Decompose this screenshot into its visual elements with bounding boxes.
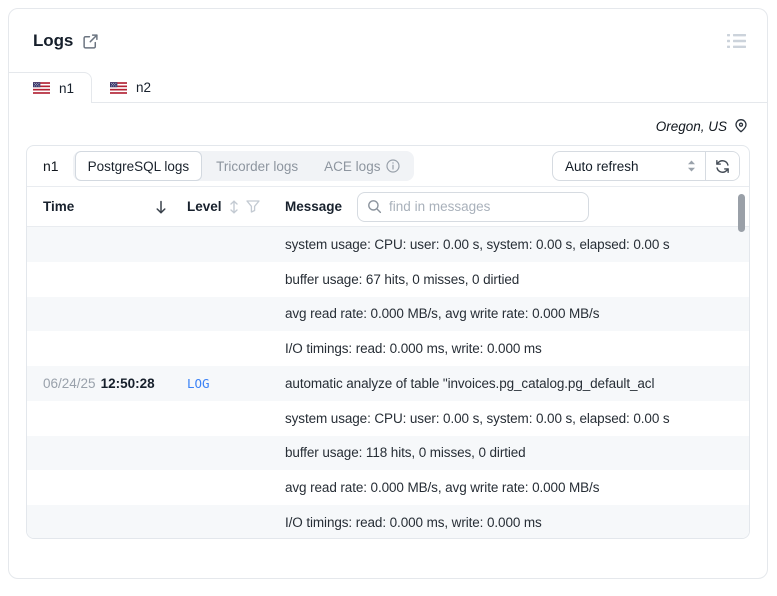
source-button-tricorder-logs[interactable]: Tricorder logs (204, 153, 310, 179)
sort-desc-icon[interactable] (155, 200, 167, 214)
info-icon (386, 159, 401, 173)
refresh-icon (715, 159, 730, 174)
tab-n1[interactable]: n1 (9, 72, 93, 103)
source-button-ace-logs[interactable]: ACE logs (312, 153, 412, 179)
source-button-postgresql-logs[interactable]: PostgreSQL logs (74, 151, 203, 181)
log-time: 12:50:28 (100, 375, 155, 391)
external-link-icon[interactable] (82, 33, 99, 50)
log-table-body: system usage: CPU: user: 0.00 s, system:… (27, 227, 749, 538)
log-level-badge: LOG (187, 375, 210, 391)
us-flag-icon (33, 82, 50, 94)
log-table-row[interactable]: 06/24/25 12:50:28 LOG automatic analyze … (27, 366, 749, 401)
source-label: ACE logs (324, 158, 381, 174)
logs-card: Logs n1 n2 Oregon, US n1 PostgreSQL logs… (8, 8, 768, 579)
log-message: buffer usage: 118 hits, 0 misses, 0 dirt… (285, 445, 526, 461)
refresh-button[interactable] (705, 152, 739, 180)
log-table-row[interactable]: avg read rate: 0.000 MB/s, avg write rat… (27, 296, 749, 332)
refresh-controls: Auto refresh (552, 151, 740, 181)
log-table-header: Time Level Message find in messages (27, 187, 749, 227)
node-tabbar: n1 n2 (9, 72, 767, 103)
log-table-row[interactable]: I/O timings: read: 0.000 ms, write: 0.00… (27, 505, 749, 538)
log-source-segmented-control: PostgreSQL logs Tricorder logs ACE logs (72, 151, 415, 181)
log-message: system usage: CPU: user: 0.00 s, system:… (285, 236, 670, 252)
log-message: buffer usage: 67 hits, 0 misses, 0 dirti… (285, 271, 520, 287)
log-message: avg read rate: 0.000 MB/s, avg write rat… (285, 480, 600, 496)
log-table-row[interactable]: system usage: CPU: user: 0.00 s, system:… (27, 400, 749, 436)
location-pin-icon (733, 118, 749, 134)
log-message: system usage: CPU: user: 0.00 s, system:… (285, 410, 670, 426)
logs-panel: n1 PostgreSQL logs Tricorder logs ACE lo… (26, 145, 750, 539)
vertical-scrollbar-thumb[interactable] (738, 194, 745, 232)
log-table-row[interactable]: buffer usage: 118 hits, 0 misses, 0 dirt… (27, 435, 749, 471)
logs-toolbar: n1 PostgreSQL logs Tricorder logs ACE lo… (27, 146, 749, 187)
sort-both-icon[interactable] (229, 200, 239, 214)
log-table-row[interactable]: avg read rate: 0.000 MB/s, avg write rat… (27, 470, 749, 506)
tab-label: n1 (59, 80, 75, 96)
log-message: automatic analyze of table "invoices.pg_… (285, 375, 655, 391)
column-header-message: Message (285, 199, 343, 214)
find-in-messages-input[interactable] (357, 191, 590, 222)
log-table-row[interactable]: I/O timings: read: 0.000 ms, write: 0.00… (27, 331, 749, 367)
card-header: Logs (9, 9, 767, 51)
list-menu-icon[interactable] (727, 33, 747, 49)
search-icon (367, 199, 382, 214)
auto-refresh-select[interactable]: Auto refresh (553, 152, 705, 180)
column-header-level[interactable]: Level (187, 199, 222, 214)
tab-label: n2 (136, 80, 152, 95)
log-message: I/O timings: read: 0.000 ms, write: 0.00… (285, 515, 542, 530)
auto-refresh-label: Auto refresh (565, 158, 639, 174)
tab-n2[interactable]: n2 (92, 73, 169, 102)
chevron-up-down-icon (687, 160, 696, 172)
filter-funnel-icon[interactable] (245, 200, 260, 213)
us-flag-icon (110, 81, 128, 94)
column-header-time[interactable]: Time (43, 199, 74, 214)
region-row: Oregon, US (9, 103, 767, 145)
log-table-row[interactable]: system usage: CPU: user: 0.00 s, system:… (27, 227, 749, 262)
source-label: PostgreSQL logs (87, 158, 190, 174)
log-message: I/O timings: read: 0.000 ms, write: 0.00… (285, 341, 542, 357)
page-title: Logs (33, 31, 74, 50)
log-table-row[interactable]: buffer usage: 67 hits, 0 misses, 0 dirti… (27, 261, 749, 297)
log-date: 06/24/25 (43, 375, 96, 391)
log-message: avg read rate: 0.000 MB/s, avg write rat… (285, 306, 600, 322)
source-label: Tricorder logs (216, 158, 299, 174)
region-label: Oregon, US (655, 118, 727, 134)
node-label: n1 (43, 158, 59, 174)
